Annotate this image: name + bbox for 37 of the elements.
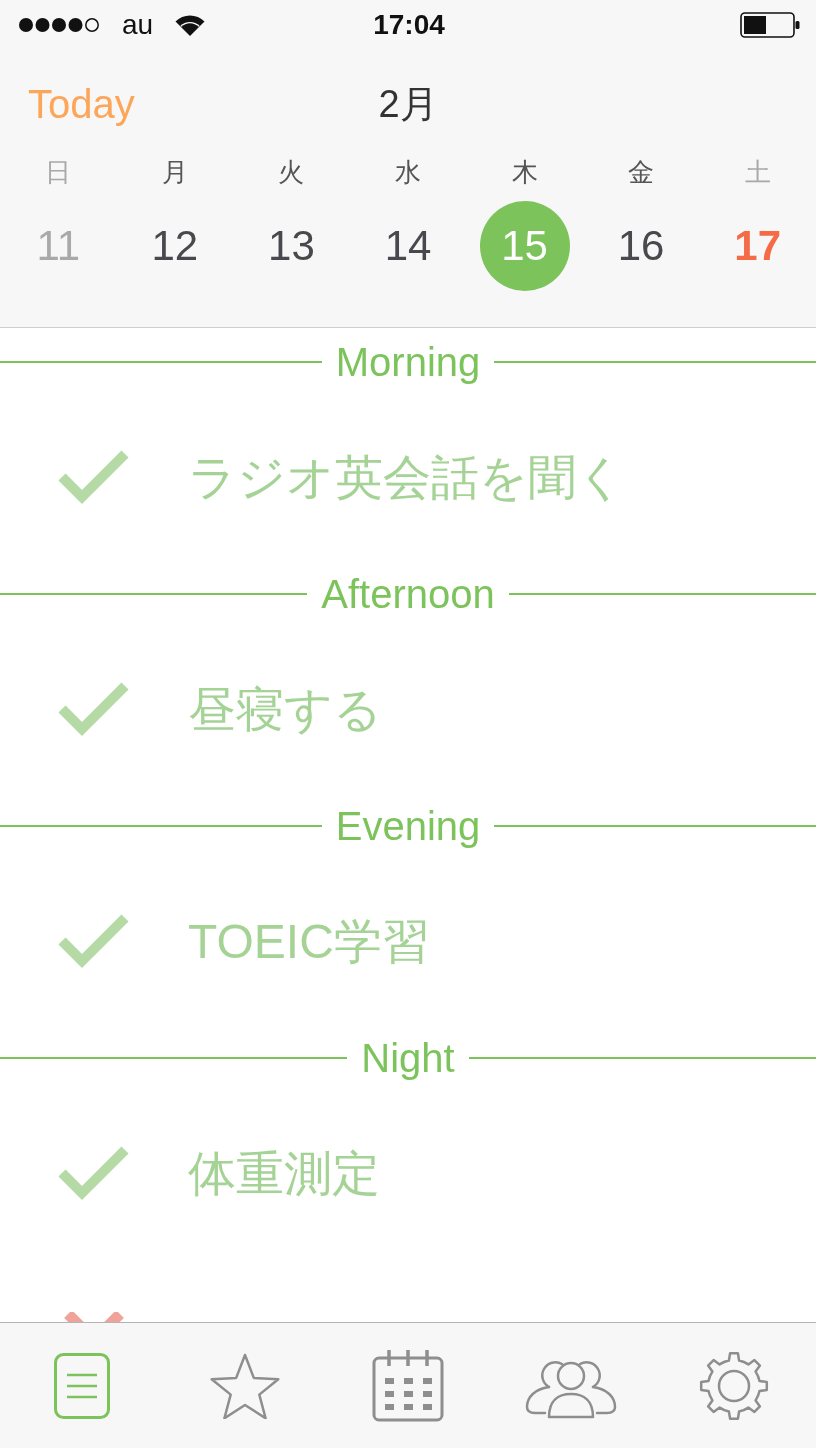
signal-icon [18,17,100,33]
weekday-label: 木 [511,155,538,189]
carrier-name: au [122,9,154,41]
calendar-date[interactable]: 15 [479,201,570,291]
battery-icon [740,12,800,38]
check-icon[interactable] [58,682,130,738]
calendar-date[interactable]: 13 [268,225,315,267]
weekday-label: 土 [744,155,771,189]
check-icon[interactable] [58,1146,130,1202]
task-title[interactable]: 昼寝する [188,678,382,742]
calendar-date[interactable]: 12 [151,225,199,267]
task-title[interactable]: ラジオ英会話を聞く [188,446,625,510]
wifi-icon [175,14,206,36]
weekday-label: 金 [628,155,655,189]
task-title[interactable]: 体重測定 [188,1142,380,1206]
settings-icon[interactable] [699,1350,770,1421]
check-icon[interactable] [58,450,130,506]
calendar-date[interactable]: 16 [617,225,665,267]
section-title: Morning [334,339,482,385]
calendar-icon[interactable] [372,1349,444,1422]
section-title: Night [360,1035,456,1081]
weekday-label: 火 [278,155,305,189]
weekday-label: 水 [395,155,421,189]
list-icon[interactable] [53,1352,110,1419]
check-icon[interactable] [58,914,130,970]
calendar-date[interactable]: 11 [36,225,81,267]
status-time: 17:04 [373,9,445,41]
calendar-date[interactable]: 14 [384,225,432,267]
task-title[interactable]: TOEIC学習 [188,910,430,974]
section-title: Afternoon [320,571,496,617]
month-title: 2月 [378,81,438,127]
star-icon[interactable] [209,1352,280,1419]
section-title: Evening [334,803,482,849]
calendar-date[interactable]: 17 [734,225,782,267]
today-button[interactable]: Today [28,81,135,127]
weekday-label: 日 [45,155,72,189]
weekday-label: 月 [161,155,188,189]
